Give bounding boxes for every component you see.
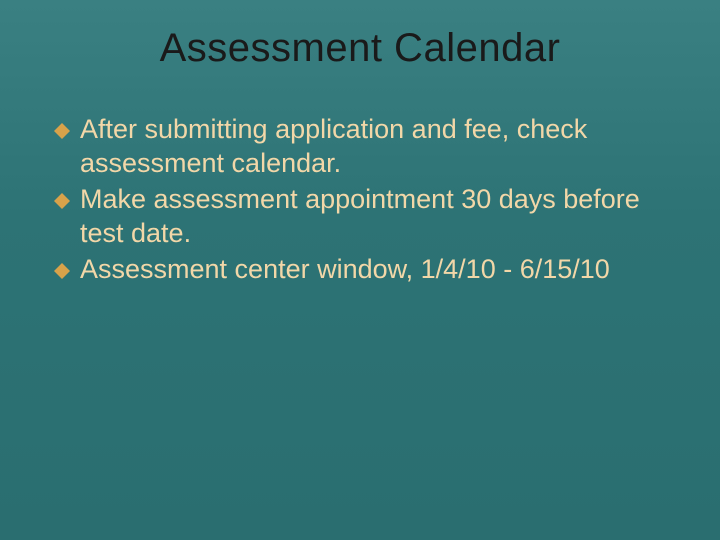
slide: Assessment Calendar After submitting app… <box>0 0 720 540</box>
list-item: Assessment center window, 1/4/10 - 6/15/… <box>54 252 674 286</box>
bullet-text: Make assessment appointment 30 days befo… <box>80 184 640 248</box>
bullet-text: After submitting application and fee, ch… <box>80 114 587 178</box>
slide-body: After submitting application and fee, ch… <box>54 112 674 288</box>
slide-title: Assessment Calendar <box>0 26 720 71</box>
list-item: Make assessment appointment 30 days befo… <box>54 182 674 250</box>
list-item: After submitting application and fee, ch… <box>54 112 674 180</box>
bullet-text: Assessment center window, 1/4/10 - 6/15/… <box>80 254 610 284</box>
